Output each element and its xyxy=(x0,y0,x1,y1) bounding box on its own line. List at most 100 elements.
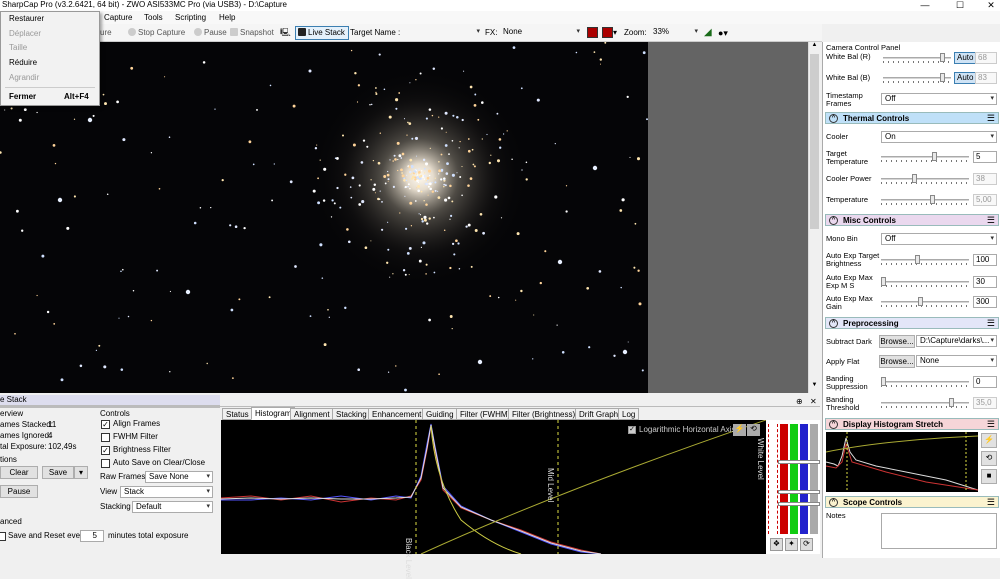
thermal-controls-header[interactable]: ^ Thermal Controls ☰ xyxy=(825,112,999,124)
zoom-magnifier-icon[interactable]: ●▾ xyxy=(718,24,728,42)
auto-exp-max-ms-slider[interactable] xyxy=(881,276,969,288)
display-histogram-graph[interactable] xyxy=(826,432,978,492)
clear-button[interactable]: Clear xyxy=(0,466,38,479)
tab-filter-fwhm[interactable]: Filter (FWHM) xyxy=(456,408,515,420)
tab-drift-graph[interactable]: Drift Graph xyxy=(575,408,623,420)
banding-threshold-slider[interactable] xyxy=(881,397,969,409)
maximize-button[interactable]: ☐ xyxy=(953,0,967,11)
histogram-graph[interactable]: ✓ Logarithmic Horizontal Axis ⚡ ⟲ Black … xyxy=(220,419,767,579)
green-level-bar[interactable] xyxy=(790,424,798,534)
close-panel-icon[interactable]: ✕ xyxy=(810,397,817,407)
menu-item-restore[interactable]: Restaurer xyxy=(9,14,44,24)
white-bal-b-auto-button[interactable]: Auto xyxy=(954,72,977,84)
menu-item-minimize[interactable]: Réduire xyxy=(9,58,37,68)
slider-thumb[interactable] xyxy=(930,195,935,204)
log-axis-checkbox[interactable]: ✓ xyxy=(628,426,636,434)
pin-icon[interactable]: ⊕ xyxy=(796,397,803,407)
scrollbar-thumb[interactable] xyxy=(810,54,819,229)
close-window-button[interactable]: ✕ xyxy=(984,0,998,11)
tab-alignment[interactable]: Alignment xyxy=(290,408,334,420)
browse-dark-button[interactable]: Browse... xyxy=(879,335,915,348)
auto-exp-max-gain-value[interactable]: 300 xyxy=(973,296,997,308)
star-icon[interactable]: ✦ xyxy=(785,538,798,551)
menu-icon[interactable]: ☰ xyxy=(987,497,995,508)
menu-icon[interactable]: ☰ xyxy=(987,419,995,430)
reset-icon[interactable]: ⟲ xyxy=(981,451,997,466)
save-button[interactable]: Save xyxy=(42,466,74,479)
tab-guiding[interactable]: Guiding xyxy=(422,408,458,420)
refresh-icon[interactable]: ⟳ xyxy=(800,538,813,551)
slider-thumb[interactable] xyxy=(881,277,886,286)
cooler-power-slider[interactable] xyxy=(881,173,969,185)
view-dropdown[interactable]: Stack xyxy=(120,486,213,498)
apply-flat-dropdown[interactable]: None xyxy=(916,355,997,367)
start-capture-button[interactable]: ure xyxy=(100,24,112,42)
banding-threshold-value[interactable]: 35,0 xyxy=(973,397,997,409)
white-bal-r-value[interactable]: 68 xyxy=(975,52,997,64)
notes-textarea[interactable] xyxy=(881,513,997,549)
auto-save-checkbox[interactable] xyxy=(101,459,110,468)
zoom-dropdown[interactable]: 33% xyxy=(650,27,700,39)
save-reset-stepper[interactable]: 5 xyxy=(80,530,104,542)
reticle-icon[interactable] xyxy=(587,27,598,38)
level-thumb-top[interactable] xyxy=(778,460,820,464)
scroll-down-arrow-icon[interactable]: ▼ xyxy=(809,382,820,392)
slider-thumb[interactable] xyxy=(915,255,920,264)
menu-icon[interactable]: ☰ xyxy=(987,318,995,329)
mono-bin-dropdown[interactable]: Off xyxy=(881,233,997,245)
reset-histogram-icon[interactable]: ⟲ xyxy=(747,424,760,436)
collapse-icon[interactable]: ^ xyxy=(829,319,838,328)
snapshot-button[interactable]: Snapshot xyxy=(230,24,274,42)
stacking-dropdown[interactable]: Default xyxy=(132,501,213,513)
live-stack-button[interactable]: Live Stack xyxy=(295,26,349,40)
slider-thumb[interactable] xyxy=(881,377,886,386)
collapse-icon[interactable]: ^ xyxy=(829,498,838,507)
auto-icon[interactable]: ⚡ xyxy=(733,424,746,436)
vertical-scrollbar[interactable]: ▲ ▼ xyxy=(808,42,820,393)
tab-log[interactable]: Log xyxy=(618,408,640,420)
pause-stack-button[interactable]: Pause xyxy=(0,485,38,498)
monitor-icon[interactable]: 🖳 xyxy=(280,24,291,42)
tab-histogram[interactable]: Histogram xyxy=(251,407,296,420)
tab-filter-brightness[interactable]: Filter (Brightness) xyxy=(508,408,580,420)
fx-dropdown[interactable]: None xyxy=(500,27,582,39)
timestamp-dropdown[interactable]: Off xyxy=(881,93,997,105)
white-bal-r-auto-button[interactable]: Auto xyxy=(954,52,977,64)
menu-icon[interactable]: ☰ xyxy=(987,215,995,226)
slider-thumb[interactable] xyxy=(918,297,923,306)
white-bal-b-slider[interactable] xyxy=(883,72,951,84)
collapse-icon[interactable]: ^ xyxy=(829,114,838,123)
save-icon[interactable]: ■ xyxy=(981,469,997,484)
banding-suppression-slider[interactable] xyxy=(881,376,969,388)
menu-icon[interactable]: ☰ xyxy=(987,113,995,124)
window-title-bar[interactable]: SharpCap Pro (v3.2.6421, 64 bit) - ZWO A… xyxy=(0,0,1000,11)
auto-exp-target-value[interactable]: 100 xyxy=(973,254,997,266)
stretch-icon[interactable]: ❖ xyxy=(770,538,783,551)
level-thumb-mid[interactable] xyxy=(778,490,820,494)
highlight-icon[interactable] xyxy=(602,27,613,38)
minimize-button[interactable]: — xyxy=(918,0,932,11)
auto-exp-max-ms-value[interactable]: 30 xyxy=(973,276,997,288)
auto-stretch-icon[interactable]: ⚡ xyxy=(981,433,997,448)
luminance-level-bar[interactable] xyxy=(810,424,818,534)
auto-exp-max-gain-slider[interactable] xyxy=(881,296,969,308)
target-temperature-value[interactable]: 5 xyxy=(973,151,997,163)
target-temperature-slider[interactable] xyxy=(881,151,969,163)
menu-help[interactable]: Help xyxy=(219,11,235,24)
stop-capture-button[interactable]: Stop Capture xyxy=(128,24,185,42)
white-bal-r-slider[interactable] xyxy=(883,52,951,64)
tab-stacking[interactable]: Stacking xyxy=(332,408,371,420)
red-level-bar[interactable] xyxy=(780,424,788,534)
align-frames-checkbox[interactable]: ✓ xyxy=(101,420,110,429)
subtract-dark-dropdown[interactable]: D:\Capture\darks\... xyxy=(916,335,997,347)
scope-controls-header[interactable]: ^ Scope Controls ☰ xyxy=(825,496,999,508)
menu-capture[interactable]: Capture xyxy=(104,11,132,24)
level-thumb-bottom[interactable] xyxy=(778,502,820,506)
display-histogram-header[interactable]: ^ Display Histogram Stretch ☰ xyxy=(825,418,999,430)
tab-status[interactable]: Status xyxy=(222,408,253,420)
banding-suppression-value[interactable]: 0 xyxy=(973,376,997,388)
fwhm-filter-checkbox[interactable] xyxy=(101,433,110,442)
menu-tools[interactable]: Tools xyxy=(144,11,163,24)
save-reset-checkbox[interactable] xyxy=(0,532,6,541)
brightness-filter-checkbox[interactable]: ✓ xyxy=(101,446,110,455)
